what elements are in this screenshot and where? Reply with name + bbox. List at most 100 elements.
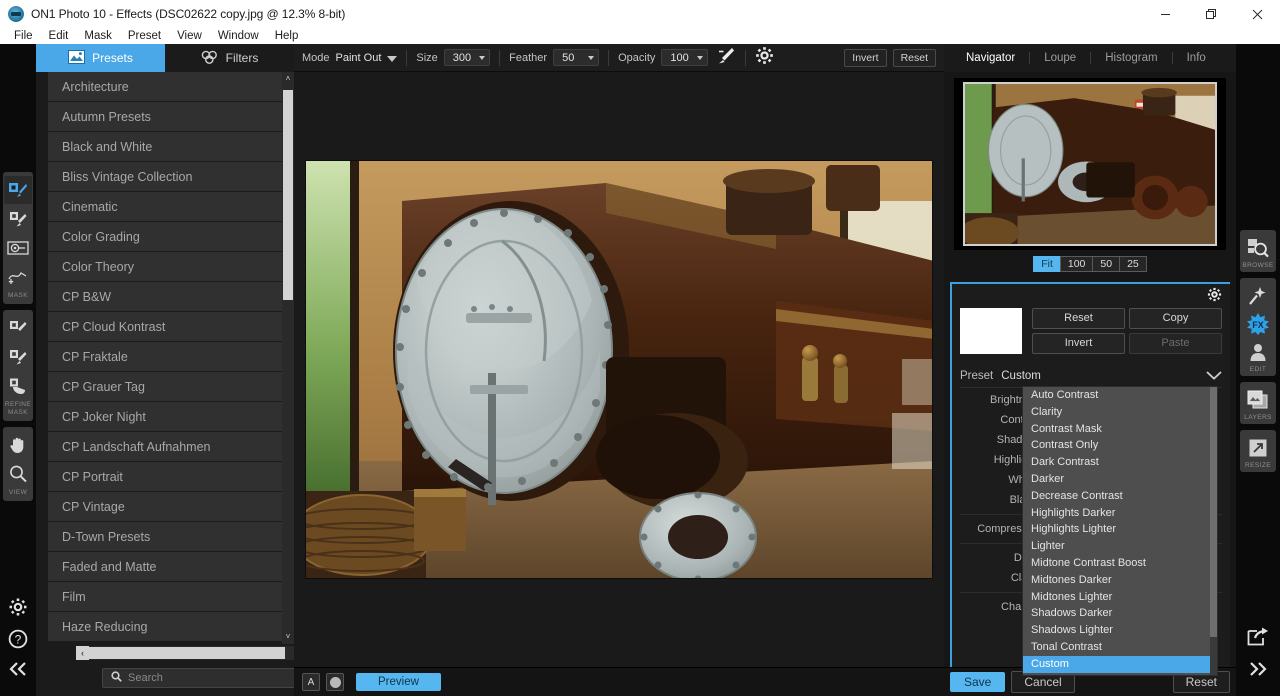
preset-list-item[interactable]: CP Landschaft Aufnahmen bbox=[48, 432, 282, 462]
preset-list-item[interactable]: CP Cloud Kontrast bbox=[48, 312, 282, 342]
dropdown-item[interactable]: Highlights Darker bbox=[1023, 505, 1217, 522]
dropdown-item[interactable]: Custom bbox=[1023, 655, 1217, 673]
zoom-50-button[interactable]: 50 bbox=[1092, 256, 1120, 272]
mask-reset-button[interactable]: Reset bbox=[1032, 308, 1125, 329]
share-export-icon[interactable] bbox=[1247, 626, 1269, 651]
tab-navigator[interactable]: Navigator bbox=[952, 52, 1029, 64]
preview-image[interactable] bbox=[305, 160, 933, 579]
zoom-25-button[interactable]: 25 bbox=[1119, 256, 1147, 272]
zoom-fit-button[interactable]: Fit bbox=[1033, 256, 1060, 272]
filter-settings-gear-icon[interactable] bbox=[1207, 287, 1222, 304]
close-button[interactable] bbox=[1234, 0, 1280, 28]
dropdown-item[interactable]: Midtones Lighter bbox=[1023, 589, 1217, 606]
tab-histogram[interactable]: Histogram bbox=[1091, 52, 1171, 64]
dropdown-item[interactable]: Contrast Mask bbox=[1023, 421, 1217, 438]
mask-thumbnail-swatch[interactable] bbox=[960, 308, 1022, 354]
dropdown-item[interactable]: Darker bbox=[1023, 471, 1217, 488]
tab-loupe[interactable]: Loupe bbox=[1030, 52, 1090, 64]
mode-value[interactable]: Paint Out bbox=[336, 52, 382, 64]
brush-settings-gear-icon[interactable] bbox=[755, 46, 774, 70]
dropdown-item[interactable]: Midtone Contrast Boost bbox=[1023, 555, 1217, 572]
preset-list-item[interactable]: Cinematic bbox=[48, 192, 282, 222]
opacity-stepper[interactable]: 100 bbox=[661, 49, 708, 66]
preset-list-item[interactable]: CP Grauer Tag bbox=[48, 372, 282, 402]
mode-chevron-down-icon[interactable] bbox=[387, 49, 398, 67]
preset-list-item[interactable]: Black and White bbox=[48, 132, 282, 162]
chisel-mask-tool[interactable] bbox=[4, 343, 32, 371]
horizontal-scroll-thumb[interactable] bbox=[89, 647, 285, 659]
scroll-up-arrow-icon[interactable]: ˄ bbox=[282, 72, 294, 86]
preset-list-item[interactable]: Architecture bbox=[48, 72, 282, 102]
collapse-left-panel-icon[interactable] bbox=[7, 661, 29, 682]
preset-list-horizontal-scrollbar[interactable]: ‹ › bbox=[76, 646, 310, 660]
restore-button[interactable] bbox=[1188, 0, 1234, 28]
browse-icon[interactable] bbox=[1243, 234, 1273, 262]
dropdown-item[interactable]: Highlights Lighter bbox=[1023, 521, 1217, 538]
feather-stepper[interactable]: 50 bbox=[553, 49, 600, 66]
effects-fx-icon[interactable]: FX bbox=[1243, 310, 1273, 338]
preset-list-item[interactable]: D-Town Presets bbox=[48, 522, 282, 552]
preset-list-vertical-scrollbar[interactable]: ˄ ˅ bbox=[282, 72, 294, 644]
preset-list-item[interactable]: Autumn Presets bbox=[48, 102, 282, 132]
portrait-icon[interactable] bbox=[1243, 338, 1273, 366]
expand-right-panel-icon[interactable] bbox=[1247, 661, 1269, 682]
circle-toggle-icon[interactable] bbox=[326, 673, 344, 691]
perfect-brush-tool[interactable] bbox=[4, 205, 32, 233]
preset-list-item[interactable]: Haze Reducing bbox=[48, 612, 282, 642]
tab-presets[interactable]: Presets bbox=[36, 44, 165, 72]
image-canvas[interactable] bbox=[294, 72, 944, 667]
preset-list[interactable]: Architecture Autumn Presets Black and Whit… bbox=[48, 72, 282, 644]
reset-mask-button[interactable]: Reset bbox=[892, 48, 936, 67]
preset-list-item[interactable]: Color Theory bbox=[48, 252, 282, 282]
menu-mask[interactable]: Mask bbox=[76, 28, 119, 44]
scroll-down-arrow-icon[interactable]: ˅ bbox=[282, 630, 294, 644]
dropdown-item[interactable]: Dark Contrast bbox=[1023, 454, 1217, 471]
tab-filters[interactable]: Filters bbox=[165, 44, 294, 72]
dropdown-item[interactable]: Shadows Darker bbox=[1023, 605, 1217, 622]
dropdown-item[interactable]: Shadows Lighter bbox=[1023, 622, 1217, 639]
masking-bug-tool[interactable] bbox=[4, 234, 32, 262]
paint-brush-icon[interactable] bbox=[716, 46, 736, 69]
dropdown-scrollbar[interactable] bbox=[1210, 387, 1217, 675]
preset-list-item[interactable]: CP Fraktale bbox=[48, 342, 282, 372]
dropdown-item[interactable]: Midtones Darker bbox=[1023, 572, 1217, 589]
preset-list-item[interactable]: Faded and Matte bbox=[48, 552, 282, 582]
preset-list-item[interactable]: CP Vintage bbox=[48, 492, 282, 522]
dropdown-item[interactable]: Contrast Only bbox=[1023, 437, 1217, 454]
preset-list-item[interactable]: CP B&W bbox=[48, 282, 282, 312]
filter-preset-chevron-down-icon[interactable] bbox=[1206, 367, 1222, 385]
size-stepper[interactable]: 300 bbox=[443, 49, 491, 66]
filter-preset-row[interactable]: Preset Custom bbox=[960, 364, 1222, 388]
preset-list-item[interactable]: Film bbox=[48, 582, 282, 612]
preset-list-item[interactable]: Bliss Vintage Collection bbox=[48, 162, 282, 192]
preset-list-item[interactable]: CP Joker Night bbox=[48, 402, 282, 432]
menu-window[interactable]: Window bbox=[210, 28, 267, 44]
minimize-button[interactable] bbox=[1142, 0, 1188, 28]
dropdown-item[interactable]: Lighter bbox=[1023, 538, 1217, 555]
blur-mask-tool[interactable] bbox=[4, 372, 32, 400]
zoom-tool[interactable] bbox=[4, 460, 32, 488]
invert-mask-button[interactable]: Invert bbox=[844, 48, 887, 67]
mask-copy-button[interactable]: Copy bbox=[1129, 308, 1222, 329]
dropdown-item[interactable]: Clarity bbox=[1023, 404, 1217, 421]
help-question-icon[interactable]: ? bbox=[8, 629, 28, 654]
gradient-mask-tool[interactable] bbox=[4, 263, 32, 291]
vertical-scroll-thumb[interactable] bbox=[283, 90, 293, 300]
dropdown-item[interactable]: Decrease Contrast bbox=[1023, 488, 1217, 505]
layers-icon[interactable] bbox=[1243, 386, 1273, 414]
navigator-thumbnail[interactable] bbox=[954, 78, 1226, 250]
preset-list-item[interactable]: Color Grading bbox=[48, 222, 282, 252]
dropdown-item[interactable]: Auto Contrast bbox=[1023, 387, 1217, 404]
settings-gear-icon[interactable] bbox=[8, 597, 28, 622]
scroll-left-arrow-icon[interactable]: ‹ bbox=[76, 646, 89, 660]
save-button[interactable]: Save bbox=[950, 672, 1006, 692]
menu-edit[interactable]: Edit bbox=[41, 28, 77, 44]
search-input[interactable]: Search bbox=[102, 668, 300, 688]
menu-help[interactable]: Help bbox=[267, 28, 307, 44]
compare-before-after-button[interactable]: A bbox=[302, 673, 320, 691]
masking-brush-tool[interactable] bbox=[4, 176, 32, 204]
enhance-wand-icon[interactable] bbox=[1243, 282, 1273, 310]
menu-file[interactable]: File bbox=[6, 28, 41, 44]
menu-view[interactable]: View bbox=[169, 28, 210, 44]
refine-brush-tool[interactable] bbox=[4, 314, 32, 342]
